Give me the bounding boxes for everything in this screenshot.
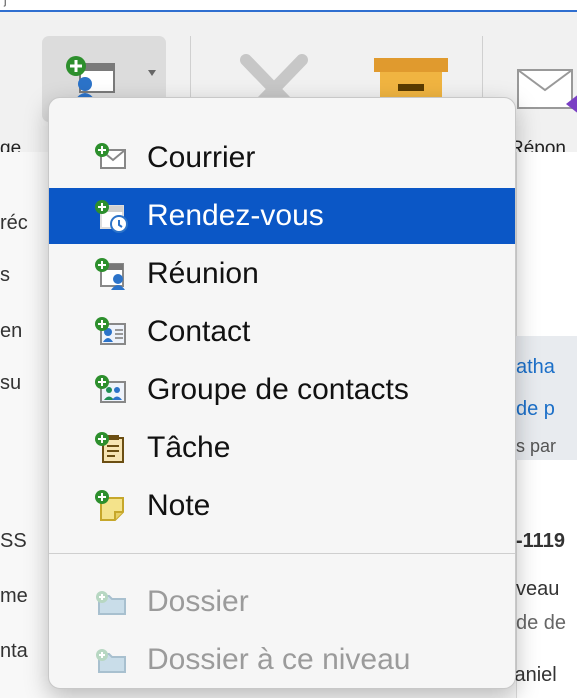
- menu-item-folder: Dossier: [49, 574, 515, 630]
- menu-item-appointment[interactable]: Rendez-vous: [49, 188, 515, 244]
- right-text-fragment: veau: [516, 578, 560, 600]
- right-text-fragment: de de: [516, 612, 567, 634]
- right-text-fragment: de p: [516, 398, 555, 420]
- right-text-fragment: atha: [516, 356, 555, 378]
- contact-group-icon: [95, 375, 126, 403]
- menu-item-task[interactable]: Tâche: [49, 420, 515, 476]
- folder-icon: [96, 591, 126, 615]
- reply-icon[interactable]: [512, 50, 577, 120]
- menu-item-note[interactable]: Note: [49, 478, 515, 534]
- menu-divider: [49, 553, 515, 554]
- note-icon: [95, 490, 124, 521]
- menu-item-mail[interactable]: Courrier: [49, 130, 515, 186]
- task-icon: [95, 432, 124, 463]
- left-text-fragment: SS: [0, 530, 27, 552]
- left-text-fragment: en: [0, 320, 23, 342]
- menu-item-contact-group[interactable]: Groupe de contacts: [49, 362, 515, 418]
- menu-item-contact[interactable]: Contact: [49, 304, 515, 360]
- left-text-fragment: nta: [0, 640, 28, 662]
- chevron-down-icon: [148, 70, 156, 76]
- left-text-fragment: s: [0, 264, 10, 286]
- window-top-bar: j: [0, 0, 577, 12]
- mail-icon: [95, 143, 126, 169]
- menu-item-folder-level: Dossier à ce niveau: [49, 632, 515, 688]
- meeting-icon: [95, 258, 125, 290]
- menu-item-meeting[interactable]: Réunion: [49, 246, 515, 302]
- top-fragment: j: [4, 0, 7, 7]
- left-text-fragment: réc: [0, 212, 28, 234]
- right-text-fragment: -1119: [516, 530, 565, 552]
- appointment-icon: [95, 200, 128, 233]
- folder-level-icon: [96, 649, 126, 673]
- contact-icon: [95, 317, 126, 345]
- new-items-dropdown-menu: Courrier Rendez-vous Réunion Contact Gro…: [48, 97, 516, 689]
- left-text-fragment: me: [0, 585, 28, 607]
- right-text-fragment: s par: [516, 436, 557, 456]
- left-text-fragment: su: [0, 372, 22, 394]
